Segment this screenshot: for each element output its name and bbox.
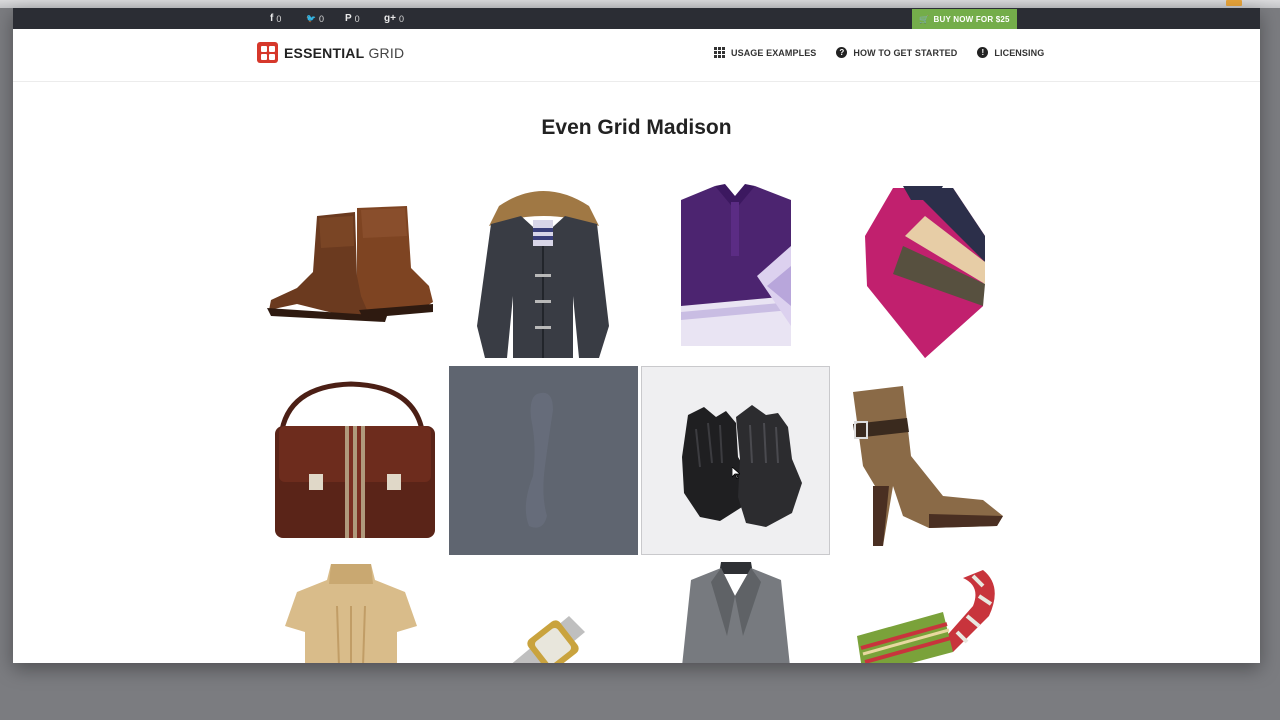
- grid-item-leather-gloves[interactable]: [641, 366, 830, 555]
- nav-usage-examples-label: USAGE EXAMPLES: [731, 47, 817, 58]
- hovered-item-image: [525, 392, 553, 528]
- grid-item-parka-jacket[interactable]: [449, 176, 638, 365]
- site-header: ESSENTIAL GRID USAGE EXAMPLES ? HOW TO G…: [13, 29, 1260, 82]
- buy-now-button[interactable]: 🛒 BUY NOW FOR $25: [912, 9, 1017, 29]
- grid-item-boots[interactable]: [257, 176, 446, 365]
- googleplus-share[interactable]: g+ 0: [384, 8, 404, 29]
- browser-chrome: [0, 0, 1280, 8]
- wristwatch-image: [512, 616, 585, 663]
- pinterest-count: 0: [354, 13, 360, 24]
- main-nav: USAGE EXAMPLES ? HOW TO GET STARTED ! LI…: [714, 47, 1044, 58]
- purple-polo-shirt-image: [681, 184, 791, 346]
- logo-text-light: GRID: [368, 44, 405, 61]
- pinterest-icon: P: [345, 13, 352, 24]
- turtleneck-sweater-image: [285, 564, 417, 663]
- cart-icon: 🛒: [919, 14, 930, 24]
- grid-item-high-heel-ankle-boot[interactable]: [833, 366, 1022, 555]
- logo-text-bold: ESSENTIAL: [284, 44, 365, 61]
- logo[interactable]: ESSENTIAL GRID: [257, 42, 404, 63]
- facebook-icon: f: [270, 13, 274, 24]
- grid-icon: [714, 47, 725, 58]
- browser-extension-icon[interactable]: [1226, 0, 1242, 6]
- googleplus-count: 0: [398, 13, 404, 24]
- top-bar: f 0 🐦 0 P 0 g+ 0 🛒 BUY NOW FOR $25: [13, 8, 1260, 29]
- facebook-share[interactable]: f 0: [270, 8, 281, 29]
- googleplus-icon: g+: [384, 13, 396, 24]
- striped-scarf-image: [857, 570, 995, 663]
- grid-item-turtleneck-sweater[interactable]: [257, 556, 446, 663]
- grid-item-purple-polo-shirt[interactable]: [641, 176, 830, 365]
- logo-mark-icon: [257, 42, 278, 63]
- nav-licensing-label: LICENSING: [994, 47, 1045, 58]
- grey-coat-image: [682, 562, 790, 663]
- grid-item-leather-messenger-bag[interactable]: [257, 366, 446, 555]
- nav-licensing[interactable]: ! LICENSING: [977, 47, 1044, 58]
- nav-how-to-get-started[interactable]: ? HOW TO GET STARTED: [836, 47, 957, 58]
- logo-text: ESSENTIAL GRID: [284, 45, 404, 61]
- boots-image: [267, 206, 433, 322]
- pinterest-share[interactable]: P 0: [345, 8, 360, 29]
- twitter-icon: 🐦: [306, 14, 316, 23]
- nav-how-to-get-started-label: HOW TO GET STARTED: [853, 47, 958, 58]
- leather-gloves-image: [682, 405, 802, 527]
- leather-messenger-bag-image: [275, 381, 435, 538]
- grid-item-grey-coat[interactable]: [641, 556, 830, 663]
- grid-item-hovered[interactable]: [449, 366, 638, 555]
- buy-now-label: BUY NOW FOR $25: [933, 14, 1010, 24]
- facebook-count: 0: [276, 13, 282, 24]
- twitter-share[interactable]: 🐦 0: [306, 8, 324, 29]
- striped-poncho-image: [865, 186, 985, 358]
- grid-item-wristwatch[interactable]: [449, 556, 638, 663]
- high-heel-ankle-boot-image: [853, 386, 1003, 546]
- question-icon: ?: [836, 47, 848, 58]
- nav-usage-examples[interactable]: USAGE EXAMPLES: [714, 47, 816, 58]
- info-icon: !: [977, 47, 989, 58]
- twitter-count: 0: [318, 13, 324, 24]
- mouse-cursor: [732, 467, 740, 479]
- grid-item-striped-scarf[interactable]: [833, 556, 1022, 663]
- web-page: f 0 🐦 0 P 0 g+ 0 🛒 BUY NOW FOR $25 ESSEN…: [13, 8, 1260, 663]
- parka-jacket-image: [477, 191, 609, 358]
- page-title: Even Grid Madison: [541, 116, 732, 139]
- grid-item-striped-poncho[interactable]: [833, 176, 1022, 365]
